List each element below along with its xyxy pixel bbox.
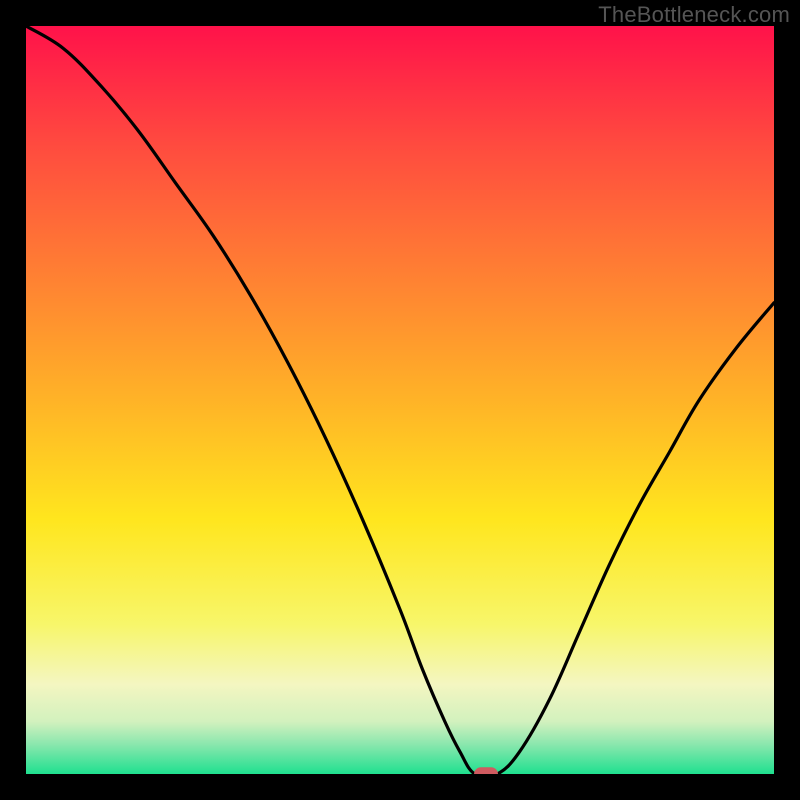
- bottleneck-chart: [26, 26, 774, 774]
- watermark-source: TheBottleneck.com: [598, 2, 790, 28]
- optimal-point-marker: [474, 767, 498, 774]
- gradient-background: [26, 26, 774, 774]
